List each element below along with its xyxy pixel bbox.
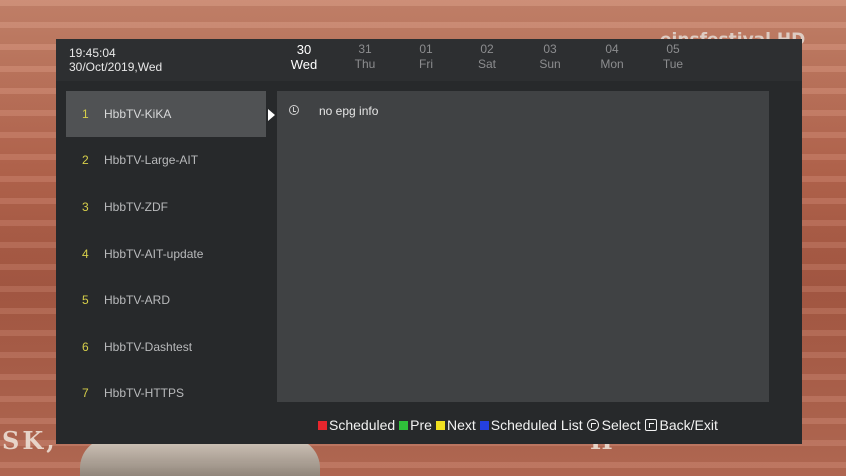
day-weekday: Thu [354,57,376,71]
day-tab-5[interactable]: 04 Mon [582,42,642,72]
yellow-key-icon [435,420,445,430]
channel-item[interactable]: 1 HbbTV-KiKA [66,91,266,137]
channel-name: HbbTV-ARD [104,293,171,307]
day-weekday: Sat [477,57,496,71]
channel-number: 4 [82,247,89,261]
epg-header: 19:45:04 30/Oct/2019,Wed 30 Wed 31 Thu 0… [56,39,802,81]
day-weekday: Sun [539,57,561,71]
legend-label: Scheduled List [490,417,583,433]
legend-select[interactable]: Select [586,417,641,433]
epg-message: no epg info [319,104,379,118]
channel-item[interactable]: 2 HbbTV-Large-AIT [66,137,266,183]
legend-pre[interactable]: Pre [399,417,432,433]
legend-label: Pre [410,417,432,433]
channel-number: 1 [82,107,89,121]
green-key-icon [399,420,409,430]
day-weekday: Tue [662,57,684,71]
day-tab-0[interactable]: 30 Wed [274,42,334,72]
channel-name: HbbTV-AIT-update [104,247,204,261]
epg-program-area: no epg info [277,91,769,402]
red-key-icon [318,420,327,430]
channel-number: 7 [82,386,89,400]
day-tab-1[interactable]: 31 Thu [335,42,395,72]
legend-scheduled[interactable]: Scheduled [318,417,395,433]
day-tab-4[interactable]: 03 Sun [520,42,580,72]
current-datetime: 19:45:04 30/Oct/2019,Wed [69,46,162,74]
day-tab-6[interactable]: 05 Tue [643,42,703,72]
channel-number: 2 [82,153,89,167]
day-number: 01 [419,42,433,56]
legend-next[interactable]: Next [435,417,476,433]
channel-item[interactable]: 4 HbbTV-AIT-update [66,231,266,277]
day-number: 03 [543,42,557,56]
channel-number: 3 [82,200,89,214]
current-date: 30/Oct/2019,Wed [69,60,163,74]
clock-icon [289,105,299,115]
day-weekday: Wed [290,57,318,72]
epg-panel: 19:45:04 30/Oct/2019,Wed 30 Wed 31 Thu 0… [56,39,802,444]
day-number: 31 [358,42,372,56]
day-number: 04 [605,42,619,56]
day-weekday: Fri [419,57,433,71]
channel-item[interactable]: 5 HbbTV-ARD [66,277,266,323]
legend-label: Back/Exit [659,417,718,433]
legend-label: Scheduled [329,417,396,433]
selected-channel-arrow-icon [268,109,275,121]
legend-back-exit[interactable]: Back/Exit [644,417,718,433]
channel-number: 6 [82,340,89,354]
day-number: 05 [666,42,680,56]
video-caption-left: SK, [2,426,58,455]
channel-name: HbbTV-Dashtest [104,340,193,354]
legend-scheduled-list[interactable]: Scheduled List [479,417,583,433]
legend-label: Select [601,417,641,433]
day-number: 02 [480,42,494,56]
day-tab-3[interactable]: 02 Sat [457,42,517,72]
current-time: 19:45:04 [69,46,116,60]
ok-icon [586,419,599,431]
channel-name: HbbTV-KiKA [104,107,172,121]
back-icon [644,419,657,431]
blue-key-icon [479,420,489,430]
channel-item[interactable]: 3 HbbTV-ZDF [66,184,266,230]
channel-item[interactable]: 7 HbbTV-HTTPS [66,370,266,416]
channel-item[interactable]: 6 HbbTV-Dashtest [66,324,266,370]
channel-number: 5 [82,293,89,307]
key-legend: Scheduled Pre Next Scheduled List Select… [318,416,722,434]
day-number: 30 [296,42,312,57]
legend-label: Next [446,417,476,433]
channel-name: HbbTV-Large-AIT [104,153,199,167]
day-tab-2[interactable]: 01 Fri [396,42,456,72]
day-weekday: Mon [600,57,624,71]
channel-name: HbbTV-ZDF [104,200,169,214]
channel-name: HbbTV-HTTPS [104,386,185,400]
